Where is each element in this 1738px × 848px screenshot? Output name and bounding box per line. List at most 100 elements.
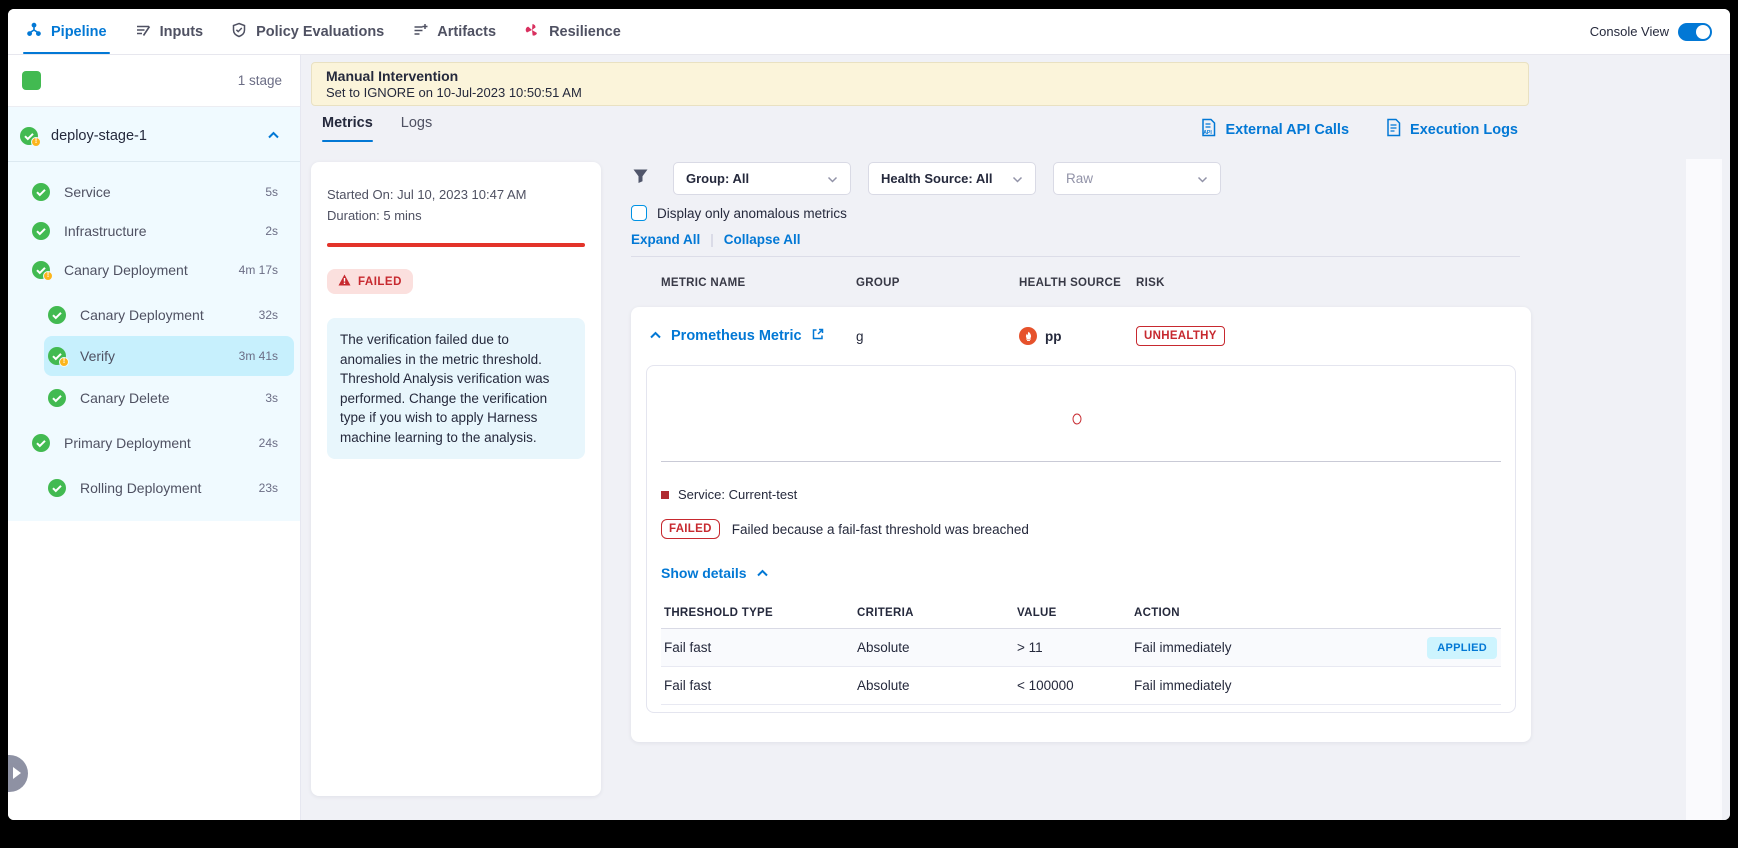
nav-tab-pipeline[interactable]: Pipeline [26, 9, 107, 54]
prometheus-icon [1019, 327, 1037, 345]
anomalous-metrics-label: Display only anomalous metrics [657, 206, 847, 221]
sidebar-step-canary-deployment-group[interactable]: ! Canary Deployment 4m 17s [8, 250, 300, 289]
group-filter-value: Group: All [686, 171, 749, 186]
step-duration: 5s [265, 185, 278, 199]
health-source-value: pp [1045, 329, 1062, 344]
status-success-icon [48, 389, 66, 407]
step-duration: 3m 41s [239, 349, 278, 363]
threshold-type-cell: Fail fast [661, 640, 857, 655]
tab-logs[interactable]: Logs [401, 115, 432, 142]
console-view-label: Console View [1590, 24, 1669, 39]
policy-evaluations-icon [231, 22, 247, 42]
sidebar-step-service[interactable]: Service 5s [8, 172, 300, 211]
failed-icon [338, 274, 351, 289]
step-label: Canary Delete [80, 390, 170, 406]
sidebar-step-canary-delete[interactable]: Canary Delete 3s [8, 378, 300, 417]
filter-row: Group: All Health Source: All Raw [632, 162, 1221, 195]
column-header-threshold-type: THRESHOLD TYPE [661, 607, 857, 619]
app-window: Pipeline Inputs Policy Evaluations Artif… [8, 9, 1730, 820]
svg-text:API: API [1204, 130, 1213, 136]
anomalous-metrics-checkbox[interactable] [631, 205, 647, 221]
metric-chart [661, 366, 1501, 462]
column-header-metric-name: METRIC NAME [661, 277, 856, 289]
nav-tab-artifacts[interactable]: Artifacts [412, 9, 496, 54]
stage-section: ! deploy-stage-1 Service 5s Infrastructu… [8, 107, 300, 521]
nav-tab-inputs[interactable]: Inputs [135, 9, 204, 54]
action-cell: Fail immediately [1134, 640, 1427, 655]
step-label: Canary Deployment [64, 262, 188, 278]
metric-name-link[interactable]: Prometheus Metric [671, 328, 802, 344]
verification-summary-card: Started On: Jul 10, 2023 10:47 AM Durati… [311, 162, 601, 796]
failed-message: Failed because a fail-fast threshold was… [732, 522, 1029, 537]
threshold-row: Fail fast Absolute > 11 Fail immediately… [661, 629, 1501, 667]
verification-message: The verification failed due to anomalies… [327, 318, 585, 459]
risk-badge: UNHEALTHY [1136, 326, 1225, 346]
column-header-health-source: HEALTH SOURCE [1019, 277, 1136, 289]
status-success-icon [32, 183, 50, 201]
chevron-up-icon[interactable] [267, 127, 280, 145]
show-details-link[interactable]: Show details [661, 565, 769, 581]
sidebar-step-primary-deployment[interactable]: Primary Deployment 24s [8, 423, 300, 462]
collapse-all-link[interactable]: Collapse All [724, 232, 801, 247]
health-source-filter-dropdown[interactable]: Health Source: All [868, 162, 1036, 195]
sidebar-step-canary-deployment[interactable]: Canary Deployment 32s [8, 295, 300, 334]
execution-logs-link[interactable]: Execution Logs [1385, 118, 1518, 141]
main-content: Manual Intervention Set to IGNORE on 10-… [301, 55, 1730, 820]
external-api-calls-label: External API Calls [1225, 122, 1349, 138]
step-label: Verify [80, 348, 115, 364]
nav-tab-policy-evaluations[interactable]: Policy Evaluations [231, 9, 384, 54]
divider: | [710, 232, 714, 247]
column-header-risk: RISK [1136, 277, 1165, 289]
stage-row-deploy-stage-1[interactable]: ! deploy-stage-1 [8, 107, 300, 161]
status-success-icon [32, 222, 50, 240]
filter-icon[interactable] [632, 168, 649, 189]
threshold-type-cell: Fail fast [661, 678, 857, 693]
external-api-calls-link[interactable]: API External API Calls [1200, 118, 1349, 141]
column-header-criteria: CRITERIA [857, 607, 1017, 619]
step-label: Infrastructure [64, 223, 146, 239]
status-success-icon [32, 434, 50, 452]
metric-detail-box: Service: Current-test FAILED Failed beca… [646, 365, 1516, 713]
step-label: Service [64, 184, 111, 200]
chevron-up-icon[interactable] [649, 327, 662, 345]
chevron-up-icon [756, 565, 769, 581]
status-warning-icon: ! [20, 127, 38, 145]
threshold-table: THRESHOLD TYPE CRITERIA VALUE ACTION Fai… [661, 597, 1501, 705]
expand-all-link[interactable]: Expand All [631, 232, 700, 247]
sidebar-step-infrastructure[interactable]: Infrastructure 2s [8, 211, 300, 250]
tab-metrics[interactable]: Metrics [322, 115, 373, 142]
warning-dot-icon: ! [31, 137, 41, 147]
pipeline-icon [26, 22, 42, 42]
sidebar-step-verify[interactable]: ! Verify 3m 41s [44, 336, 294, 376]
top-nav-bar: Pipeline Inputs Policy Evaluations Artif… [8, 9, 1730, 55]
raw-filter-dropdown[interactable]: Raw [1053, 162, 1221, 195]
group-filter-dropdown[interactable]: Group: All [673, 162, 851, 195]
artifacts-icon [412, 22, 428, 42]
threshold-table-header: THRESHOLD TYPE CRITERIA VALUE ACTION [661, 597, 1501, 629]
nav-tab-label: Policy Evaluations [256, 24, 384, 40]
metric-card: Prometheus Metric g pp UNHEALTHY Service… [631, 307, 1531, 742]
scrollbar-track[interactable] [1686, 159, 1722, 820]
sidebar-step-rolling-deployment[interactable]: Rolling Deployment 23s [8, 468, 300, 507]
banner-title: Manual Intervention [326, 68, 1514, 84]
content-tabs: Metrics Logs [322, 115, 432, 142]
step-duration: 4m 17s [239, 263, 278, 277]
console-view-toggle[interactable] [1678, 23, 1712, 41]
warning-dot-icon: ! [43, 271, 53, 281]
step-label: Rolling Deployment [80, 480, 201, 496]
external-link-icon[interactable] [811, 327, 825, 346]
status-success-icon [48, 479, 66, 497]
action-cell: Fail immediately [1134, 678, 1501, 693]
execution-logs-label: Execution Logs [1410, 122, 1518, 138]
chart-anomaly-point[interactable] [1072, 414, 1081, 425]
external-api-calls-icon: API [1200, 118, 1217, 141]
nav-tab-resilience[interactable]: Resilience [524, 9, 621, 54]
legend-label: Service: Current-test [678, 487, 797, 502]
console-view-control: Console View [1590, 23, 1712, 41]
execution-sidebar: 1 stage ! deploy-stage-1 Service 5s Infr… [8, 55, 301, 820]
metric-group-value: g [856, 329, 1019, 344]
threshold-row: Fail fast Absolute < 100000 Fail immedia… [661, 667, 1501, 705]
nav-tab-label: Pipeline [51, 24, 107, 40]
fail-reason-row: FAILED Failed because a fail-fast thresh… [661, 519, 1501, 539]
chart-legend: Service: Current-test [661, 487, 1501, 502]
